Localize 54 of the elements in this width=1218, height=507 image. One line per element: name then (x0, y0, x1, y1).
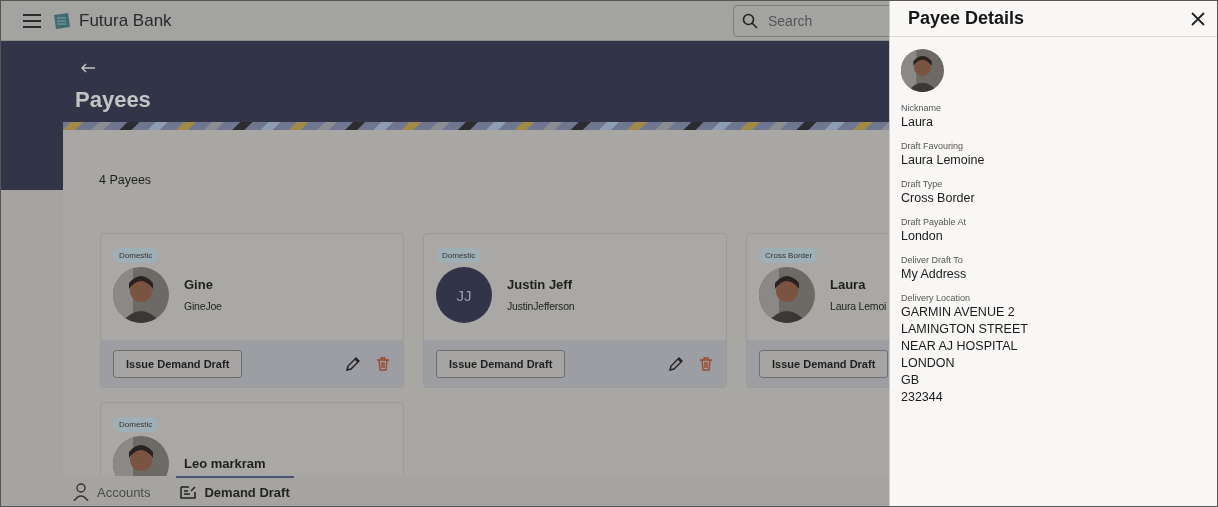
payee-name: Leo markram (184, 457, 266, 471)
search-field[interactable]: Search (733, 4, 889, 37)
menu-icon[interactable] (23, 13, 41, 28)
payee-name: Justin Jeff (507, 278, 573, 292)
address-line: 232344 (901, 390, 944, 405)
nav-tab[interactable]: Demand Draft (176, 476, 294, 506)
back-arrow-icon[interactable] (81, 63, 95, 73)
address-line: NEAR AJ HOSPITAL (901, 339, 1019, 354)
drawer-title: Payee Details (908, 8, 1025, 29)
payee-name: Laura (830, 278, 867, 292)
edit-button[interactable] (345, 355, 361, 372)
search-icon (742, 12, 758, 29)
payee-nickname: JustinJefferson (507, 300, 575, 312)
address-line: LAMINGTON STREET (901, 322, 1029, 337)
field-value: My Address (901, 267, 968, 282)
field-value: London (901, 229, 944, 244)
payee-nickname: Laura Lemoi (830, 300, 887, 312)
edit-button[interactable] (668, 355, 684, 372)
type-badge: Domestic (113, 248, 159, 263)
trash-icon (698, 355, 714, 372)
issue-draft-button[interactable]: Issue Demand Draft (759, 349, 889, 378)
close-icon (1191, 11, 1205, 26)
field-label: Delivery Location (901, 293, 972, 303)
logo-icon (53, 11, 71, 30)
issue-draft-button[interactable]: Issue Demand Draft (436, 349, 566, 378)
document-edit-icon (180, 485, 197, 499)
initials-avatar: JJ (436, 267, 492, 323)
type-badge: Domestic (436, 248, 482, 263)
trash-icon (375, 355, 391, 372)
field-label: Draft Payable At (901, 217, 968, 227)
payee-name: Gine (184, 278, 214, 292)
nav-tab[interactable]: Accounts (69, 476, 155, 506)
field-value: Laura Lemoine (901, 153, 986, 168)
pencil-icon (345, 355, 361, 372)
close-button[interactable] (1191, 11, 1205, 26)
address-line: LONDON (901, 356, 956, 371)
payee-count: 4 Payees (98, 172, 153, 189)
address-line: GB (901, 373, 921, 388)
type-badge: Cross Border (759, 248, 819, 263)
search-input[interactable]: Search (766, 11, 866, 30)
field-value: Laura (901, 115, 934, 130)
type-badge: Domestic (113, 417, 159, 432)
person-icon (73, 483, 89, 501)
field-value: Cross Border (901, 191, 976, 206)
field-label: Nickname (901, 103, 942, 113)
address-line: GARMIN AVENUE 2 (901, 305, 1016, 320)
field-label: Draft Favouring (901, 141, 965, 151)
brand-name: Futura Bank (79, 10, 172, 31)
field-label: Deliver Draft To (901, 255, 964, 265)
issue-draft-button[interactable]: Issue Demand Draft (113, 349, 243, 378)
pencil-icon (668, 355, 684, 372)
field-label: Draft Type (901, 179, 944, 189)
payee-nickname: GineJoe (184, 300, 222, 312)
page-title: Payees (75, 87, 152, 113)
